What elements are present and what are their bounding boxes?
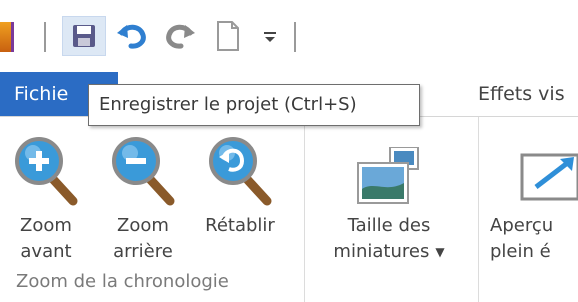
new-document-button[interactable] bbox=[208, 16, 248, 56]
redo-button[interactable] bbox=[160, 16, 200, 56]
new-document-icon bbox=[217, 21, 239, 51]
thumbnail-size-icon bbox=[357, 147, 419, 204]
fullscreen-preview-label-1: Aperçu bbox=[490, 215, 554, 236]
quick-access-toolbar bbox=[0, 0, 578, 72]
zoom-in-label-1: Zoom bbox=[20, 215, 72, 236]
save-floppy-icon bbox=[73, 25, 95, 47]
reset-zoom-label: Rétablir bbox=[205, 215, 275, 236]
chevron-down-icon: ▼ bbox=[435, 245, 445, 259]
zoom-out-button[interactable]: Zoom arrière bbox=[98, 127, 188, 265]
group-label-timeline-zoom: Zoom de la chronologie bbox=[16, 271, 229, 292]
redo-icon bbox=[166, 24, 195, 49]
zoom-in-icon bbox=[15, 137, 78, 206]
thumbnail-size-button[interactable]: Taille des miniatures ▼ bbox=[308, 127, 470, 265]
save-tooltip: Enregistrer le projet (Ctrl+S) bbox=[88, 84, 420, 126]
group-divider bbox=[478, 117, 479, 302]
thumbnail-size-label-1: Taille des bbox=[347, 215, 431, 236]
group-divider bbox=[304, 117, 305, 302]
fullscreen-preview-icon bbox=[520, 153, 578, 201]
ribbon-panel: Zoom avant Zoom arrière Rétablir Taille … bbox=[0, 116, 578, 302]
toolbar-separator bbox=[294, 22, 296, 52]
toolbar-separator bbox=[44, 22, 46, 52]
reset-zoom-icon bbox=[209, 137, 272, 206]
fullscreen-preview-button[interactable]: Aperçu plein é bbox=[486, 127, 578, 265]
undo-button[interactable] bbox=[112, 16, 152, 56]
fullscreen-preview-label-2: plein é bbox=[490, 241, 551, 262]
zoom-out-icon bbox=[112, 137, 175, 206]
undo-icon bbox=[117, 24, 146, 49]
thumbnail-size-label-2: miniatures bbox=[333, 241, 430, 262]
customize-toolbar-button[interactable] bbox=[255, 16, 285, 56]
app-logo-icon[interactable] bbox=[0, 22, 14, 52]
reset-zoom-button[interactable]: Rétablir bbox=[190, 127, 290, 239]
save-button[interactable] bbox=[62, 16, 106, 56]
app-window: Fichie Effets vis Enregistrer le projet … bbox=[0, 0, 578, 302]
zoom-in-button[interactable]: Zoom avant bbox=[4, 127, 88, 265]
tab-visual-effects[interactable]: Effets vis bbox=[478, 72, 565, 116]
zoom-in-label-2: avant bbox=[20, 241, 72, 262]
zoom-out-label-1: Zoom bbox=[117, 215, 169, 236]
customize-dropdown-icon bbox=[264, 32, 276, 42]
zoom-out-label-2: arrière bbox=[113, 241, 173, 262]
